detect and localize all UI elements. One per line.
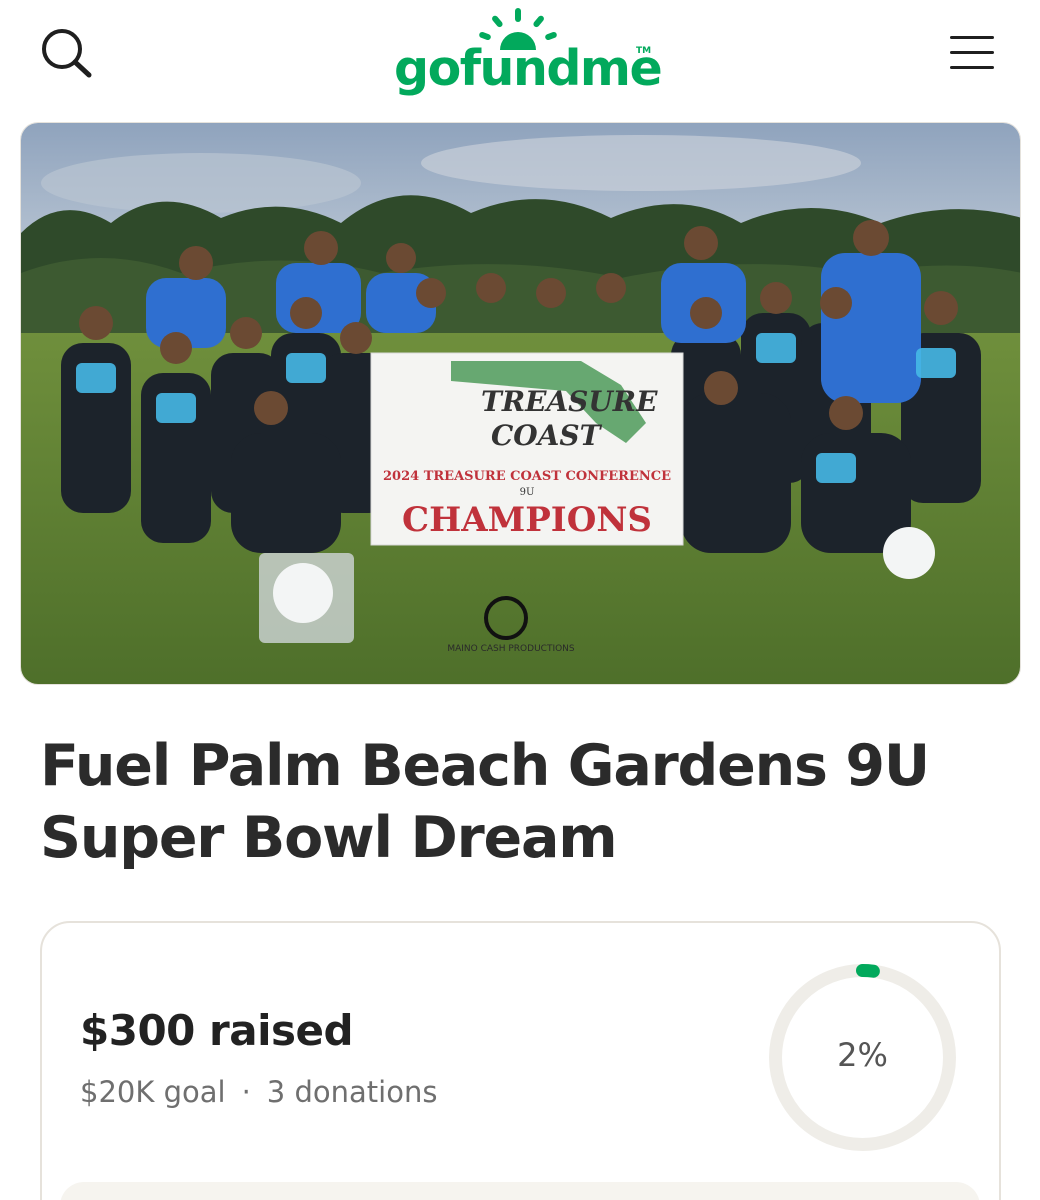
donation-count: 3 donations: [266, 1075, 438, 1109]
menu-button[interactable]: [944, 28, 1000, 76]
search-button[interactable]: [36, 24, 100, 88]
banner-text-conference: 2024 TREASURE COAST CONFERENCE: [383, 469, 671, 484]
gofundme-logo[interactable]: gofundme TM: [380, 6, 670, 106]
progress-percent: 2%: [837, 1036, 888, 1074]
trademark-mark: TM: [636, 46, 652, 56]
banner-text-champions: CHAMPIONS: [402, 500, 652, 540]
logo-wordmark: gofundme: [394, 40, 663, 97]
hamburger-menu-icon: [950, 36, 994, 69]
banner-text-9u: 9U: [520, 487, 535, 498]
photo-watermark: MAINO CASH PRODUCTIONS: [447, 644, 575, 654]
bottom-sheet-edge: [60, 1182, 980, 1200]
fundraiser-hero-image[interactable]: TREASURE COAST 2024 TREASURE COAST CONFE…: [20, 122, 1021, 685]
search-icon: [42, 29, 92, 78]
amount-raised: $300 raised: [80, 1006, 354, 1055]
banner-text-coast: COAST: [491, 419, 603, 452]
top-nav-bar: gofundme TM: [0, 0, 1040, 115]
goal-and-donations: $20K goal · 3 donations: [80, 1075, 437, 1109]
separator-dot: ·: [241, 1075, 251, 1109]
banner-text-treasure: TREASURE: [481, 385, 658, 418]
fundraiser-title: Fuel Palm Beach Gardens 9U Super Bowl Dr…: [40, 733, 930, 871]
goal-amount: $20K goal: [80, 1075, 226, 1109]
